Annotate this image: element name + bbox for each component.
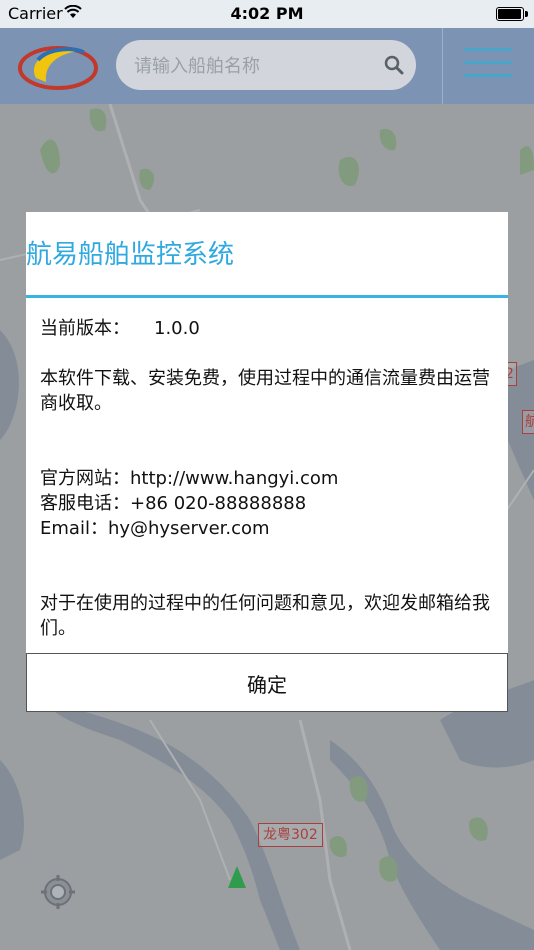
locate-icon[interactable] [40,874,76,910]
confirm-button[interactable]: 确定 [26,654,508,712]
app-logo-icon [18,46,98,90]
dialog-title: 航易船舶监控系统 [26,240,235,270]
version-label: 当前版本： [40,318,130,339]
version-row: 当前版本： 1.0.0 [40,316,498,341]
feedback-notice: 对于在使用的过程中的任何问题和意见，欢迎发邮箱给我们。 [40,593,490,639]
dialog-body: 当前版本： 1.0.0 本软件下载、安装免费，使用过程中的通信流量费由运营商收取。… [40,316,498,641]
ship-marker-icon[interactable] [228,866,246,888]
phone-line: 客服电话：+86 020-88888888 [40,493,307,514]
search-input[interactable] [132,40,386,92]
title-divider [26,295,508,298]
status-time: 4:02 PM [230,4,304,23]
status-bar: Carrier 4:02 PM [0,0,534,28]
fee-notice: 本软件下载、安装免费，使用过程中的通信流量费由运营商收取。 [40,368,490,414]
top-bar [0,28,534,104]
website-line: 官方网站：http://www.hangyi.com [40,468,339,489]
version-value: 1.0.0 [154,318,200,339]
search-bar[interactable] [116,40,416,92]
menu-icon[interactable] [464,48,512,84]
about-dialog: 航易船舶监控系统 当前版本： 1.0.0 本软件下载、安装免费，使用过程中的通信流… [26,212,508,712]
search-icon[interactable] [384,55,404,75]
battery-icon [496,7,528,21]
email-line: Email：hy@hyserver.com [40,518,270,539]
header-divider [442,28,443,104]
